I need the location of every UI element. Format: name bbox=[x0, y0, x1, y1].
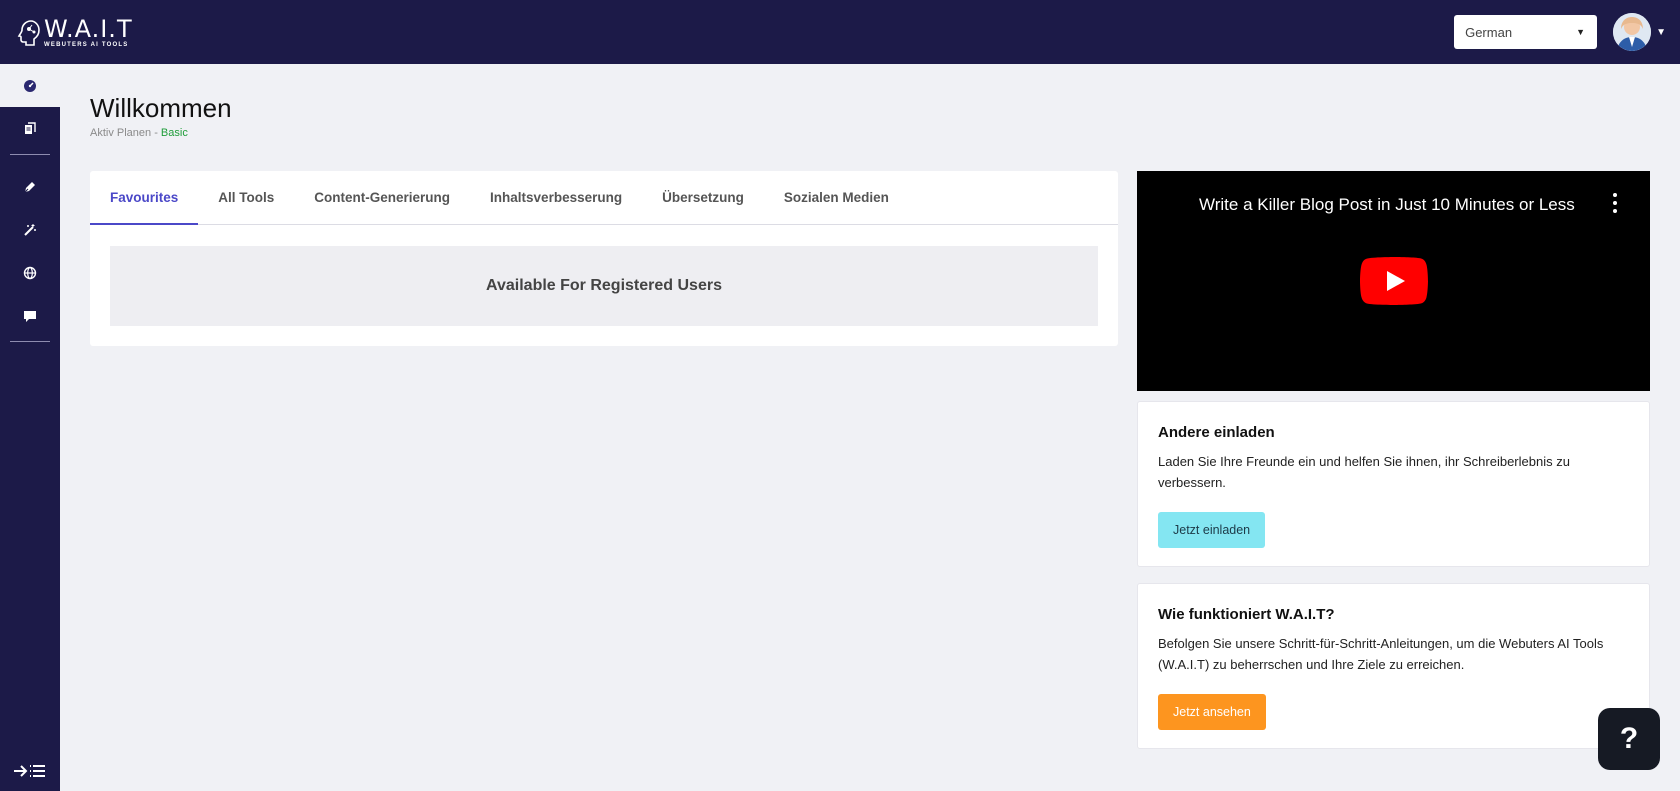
howto-title: Wie funktioniert W.A.I.T? bbox=[1158, 606, 1335, 623]
sidebar-item-improve[interactable] bbox=[0, 208, 60, 251]
howto-card: Wie funktioniert W.A.I.T? Befolgen Sie u… bbox=[1137, 583, 1650, 749]
sidebar-toggle-button[interactable] bbox=[0, 751, 60, 791]
tab-favourites[interactable]: Favourites bbox=[90, 171, 199, 225]
invite-title: Andere einladen bbox=[1158, 424, 1275, 441]
user-menu[interactable]: ▼ bbox=[1613, 13, 1666, 51]
plan-value: Basic bbox=[160, 127, 188, 139]
avatar[interactable] bbox=[1613, 13, 1652, 51]
sidebar-divider bbox=[10, 341, 50, 342]
plan-label: Aktiv Planen - bbox=[90, 127, 161, 139]
howto-text: Befolgen Sie unsere Schritt-für-Schritt-… bbox=[1158, 636, 1604, 672]
registered-users-notice: Available For Registered Users bbox=[110, 246, 1098, 326]
invite-card: Andere einladen Laden Sie Ihre Freunde e… bbox=[1137, 401, 1650, 567]
watch-button[interactable]: Jetzt ansehen bbox=[1158, 694, 1266, 730]
caret-down-icon: ▼ bbox=[1656, 26, 1666, 38]
sidebar-item-dashboard[interactable] bbox=[0, 64, 60, 107]
invite-text: Laden Sie Ihre Freunde ein und helfen Si… bbox=[1158, 454, 1570, 490]
pen-icon bbox=[24, 181, 35, 192]
expand-sidebar-icon bbox=[14, 765, 45, 777]
documents-icon bbox=[25, 121, 36, 134]
page-title: Willkommen bbox=[90, 93, 232, 123]
user-avatar-icon bbox=[1613, 13, 1652, 51]
help-icon: ? bbox=[1619, 722, 1639, 755]
help-button[interactable]: ? bbox=[1598, 708, 1660, 770]
logo-head-icon bbox=[17, 20, 40, 46]
plan-info: Aktiv Planen - Basic bbox=[90, 127, 232, 139]
tools-card: Favourites All Tools Content-Generierung… bbox=[90, 171, 1118, 346]
language-selected-value: German bbox=[1465, 24, 1513, 40]
sidebar-item-translate[interactable] bbox=[0, 251, 60, 294]
logo[interactable]: W.A.I.T WEBUTERS AI TOOLS bbox=[16, 0, 133, 64]
logo-subtitle: WEBUTERS AI TOOLS bbox=[44, 41, 129, 48]
video-more-icon[interactable] bbox=[1612, 193, 1618, 213]
logo-title: W.A.I.T bbox=[44, 14, 133, 43]
sidebar-item-documents[interactable] bbox=[0, 107, 60, 150]
globe-icon bbox=[23, 266, 37, 279]
tab-content-generierung[interactable]: Content-Generierung bbox=[294, 171, 470, 225]
tab-uebersetzung[interactable]: Übersetzung bbox=[642, 171, 764, 225]
youtube-play-icon[interactable] bbox=[1360, 257, 1428, 305]
sidebar-item-write[interactable] bbox=[0, 165, 60, 208]
top-header: W.A.I.T WEBUTERS AI TOOLS German ▼ ▼ bbox=[0, 0, 1680, 64]
sidebar bbox=[0, 64, 60, 791]
sidebar-item-chat[interactable] bbox=[0, 294, 60, 337]
tab-all-tools[interactable]: All Tools bbox=[198, 171, 294, 225]
tool-tabs: Favourites All Tools Content-Generierung… bbox=[90, 171, 1118, 225]
language-select[interactable]: German ▼ bbox=[1454, 15, 1598, 49]
welcome-section: Willkommen Aktiv Planen - Basic bbox=[90, 93, 232, 139]
video-title[interactable]: Write a Killer Blog Post in Just 10 Minu… bbox=[1199, 195, 1599, 215]
chat-icon bbox=[24, 310, 36, 322]
magic-wand-icon bbox=[24, 223, 36, 236]
sidebar-divider bbox=[10, 154, 50, 155]
tab-sozialen-medien[interactable]: Sozialen Medien bbox=[764, 171, 909, 225]
video-player[interactable]: Write a Killer Blog Post in Just 10 Minu… bbox=[1137, 171, 1650, 391]
dashboard-icon bbox=[24, 79, 36, 92]
invite-button[interactable]: Jetzt einladen bbox=[1158, 512, 1266, 548]
caret-down-icon: ▼ bbox=[1576, 27, 1586, 37]
tab-inhaltsverbesserung[interactable]: Inhaltsverbesserung bbox=[470, 171, 642, 225]
